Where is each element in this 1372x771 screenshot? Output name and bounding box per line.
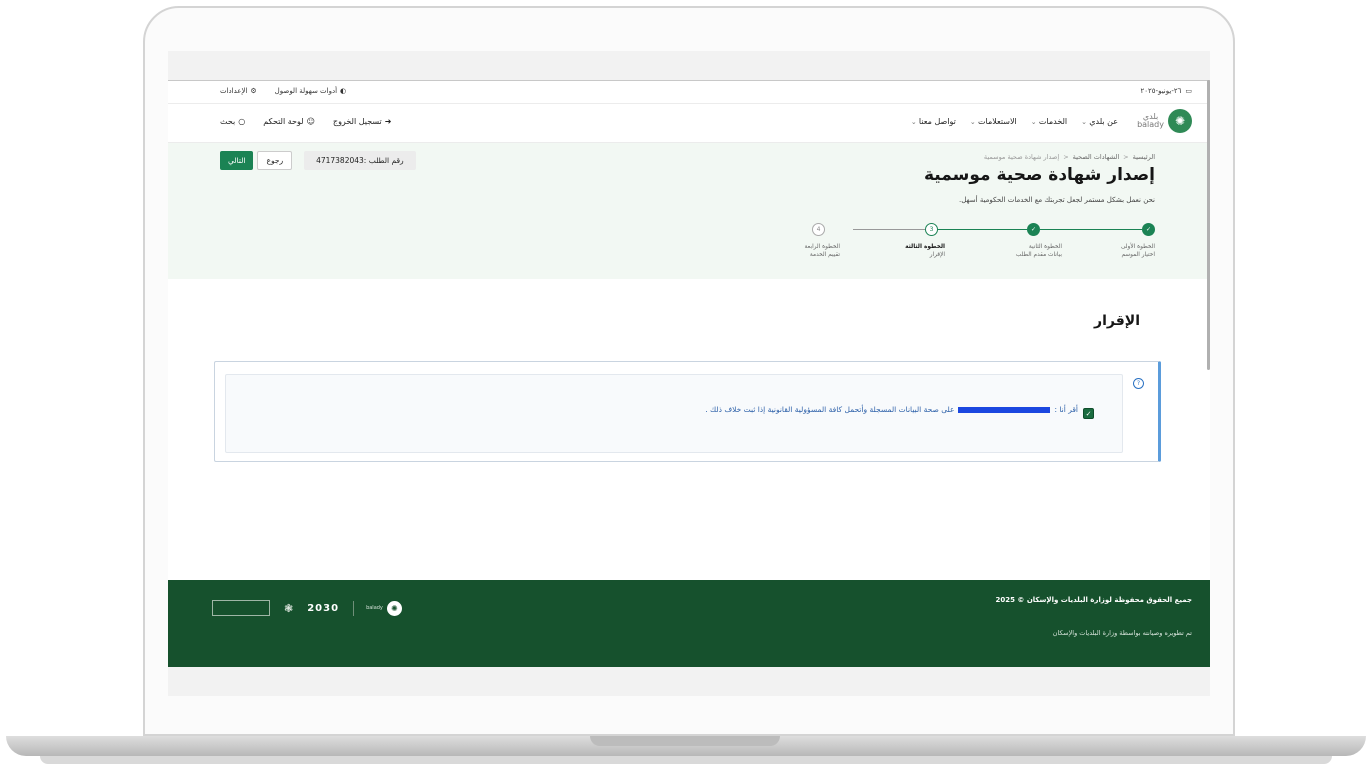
breadcrumb-separator: <	[1063, 153, 1069, 161]
vision-2030-logo: 2030	[307, 602, 340, 614]
page-hero: الرئيسية < الشهادات الصحية < إصدار شهادة…	[168, 143, 1210, 279]
settings-link[interactable]: ⚙ الإعدادات	[220, 87, 257, 95]
date-display: ▭ ٢٦-يونيو-٢٠٢٥	[1141, 87, 1193, 95]
browser-bottom-bar	[168, 667, 1210, 696]
nav-inquiries[interactable]: الاستعلامات	[970, 117, 1017, 126]
palm-logo-icon: ✺	[1168, 109, 1192, 133]
main-nav: عن بلدي الخدمات الاستعلامات تواصل معنا	[911, 117, 1118, 126]
step-1-name: اختيار الموسم	[1121, 252, 1155, 258]
breadcrumb-health-certs[interactable]: الشهادات الصحية	[1073, 153, 1120, 161]
step-3-title: الخطوة الثالثة	[905, 244, 945, 250]
breadcrumb-current: إصدار شهادة صحية موسمية	[983, 153, 1060, 161]
footer: جميع الحقوق محفوظة لوزارة البلديات والإس…	[168, 580, 1210, 667]
step-2-label: الخطوة الثانية بيانات مقدم الطلب	[1016, 243, 1062, 259]
main-header: ✺ بلدي balady عن بلدي الخدمات الاستعلاما…	[168, 104, 1210, 143]
page-subtitle: نحن نعمل بشكل مستمر لجعل تجربتك مع الخدم…	[959, 196, 1155, 204]
calendar-icon: ▭	[1185, 87, 1192, 95]
ministry-logo	[212, 600, 270, 616]
page-title: إصدار شهادة صحية موسمية	[923, 165, 1155, 185]
logout-link[interactable]: ➜ تسجيل الخروج	[333, 117, 392, 126]
search-link[interactable]: ○ بحث	[220, 117, 245, 126]
stepper: ✓ ✓ 3 4 الخطوة الأولى اختيار الموسم الخط…	[805, 223, 1155, 263]
user-icon: ☺	[306, 117, 315, 126]
section-title: الإقرار	[1094, 313, 1140, 329]
logout-icon: ➜	[384, 117, 392, 126]
page-scrollbar[interactable]	[1207, 80, 1210, 370]
footer-balady-logo: balady ✺	[353, 600, 402, 616]
request-number: رقم الطلب :4717382043	[304, 151, 416, 170]
logo-text: بلدي balady	[1137, 113, 1164, 129]
declaration-checkbox[interactable]: ✓	[1083, 408, 1094, 419]
step-3-name: الإقرار	[929, 252, 945, 258]
step-1-label: الخطوة الأولى اختيار الموسم	[1121, 243, 1155, 259]
breadcrumb-separator: <	[1123, 153, 1129, 161]
logout-label: تسجيل الخروج	[332, 117, 382, 126]
step-connector	[1040, 229, 1142, 230]
browser-top-bar	[168, 51, 1210, 81]
emblem-icon: ❃	[284, 601, 294, 615]
declaration-box: ✓ أقر أنا : على صحة البيانات المسجلة وأت…	[225, 374, 1123, 453]
date-text: ٢٦-يونيو-٢٠٢٥	[1140, 87, 1182, 95]
settings-label: الإعدادات	[220, 87, 248, 95]
step-3-marker: 3	[925, 223, 938, 236]
step-4-label: الخطوة الرابعة تقييم الخدمة	[805, 243, 840, 259]
footer-rights: جميع الحقوق محفوظة لوزارة البلديات والإس…	[995, 596, 1192, 604]
back-button[interactable]: رجوع	[257, 151, 293, 170]
breadcrumb-home[interactable]: الرئيسية	[1133, 153, 1155, 161]
declaration-suffix: على صحة البيانات المسجلة وأتحمل كافة الم…	[705, 405, 955, 414]
laptop-foot	[40, 756, 1332, 764]
step-2-name: بيانات مقدم الطلب	[1015, 252, 1062, 258]
step-1-marker: ✓	[1142, 223, 1155, 236]
step-4-title: الخطوة الرابعة	[804, 244, 840, 250]
balady-logo[interactable]: ✺ بلدي balady	[1137, 109, 1192, 133]
laptop-notch	[590, 736, 780, 746]
footer-developed-by: تم تطويره وصيانته بواسطة وزارة البلديات …	[1052, 629, 1192, 637]
footer-logos: ❃ 2030 balady ✺	[212, 600, 402, 616]
gear-icon: ⚙	[250, 87, 257, 95]
step-2-title: الخطوة الثانية	[1028, 244, 1062, 250]
step-4-marker: 4	[812, 223, 825, 236]
declaration-text: أقر أنا : على صحة البيانات المسجلة وأتحم…	[705, 405, 1078, 414]
step-connector	[853, 229, 925, 230]
nav-contact[interactable]: تواصل معنا	[911, 117, 956, 126]
redacted-name	[958, 406, 1051, 413]
accessibility-label: أدوات سهولة الوصول	[274, 87, 338, 95]
step-3-label: الخطوة الثالثة الإقرار	[905, 243, 945, 259]
header-actions: ➜ تسجيل الخروج ☺ لوحة التحكم ○ بحث	[220, 117, 391, 126]
breadcrumb: الرئيسية < الشهادات الصحية < إصدار شهادة…	[984, 153, 1155, 161]
declaration-prefix: أقر أنا :	[1054, 405, 1078, 414]
search-label: بحث	[220, 117, 236, 126]
step-1-title: الخطوة الأولى	[1120, 244, 1155, 250]
request-actions: التالي رجوع رقم الطلب :4717382043	[220, 151, 416, 170]
step-2-marker: ✓	[1027, 223, 1040, 236]
logo-text-en: balady	[1137, 120, 1164, 129]
footer-palm-icon: ✺	[386, 600, 402, 616]
utility-links: ◐ أدوات سهولة الوصول ⚙ الإعدادات	[220, 87, 346, 95]
utility-bar: ▭ ٢٦-يونيو-٢٠٢٥ ◐ أدوات سهولة الوصول ⚙ ا…	[168, 81, 1210, 104]
nav-services[interactable]: الخدمات	[1031, 117, 1067, 126]
next-button[interactable]: التالي	[220, 151, 254, 170]
footer-balady-text: balady	[366, 605, 383, 611]
step-4-name: تقييم الخدمة	[809, 252, 840, 258]
browser-screen: ▭ ٢٦-يونيو-٢٠٢٥ ◐ أدوات سهولة الوصول ⚙ ا…	[168, 51, 1210, 696]
nav-about[interactable]: عن بلدي	[1081, 117, 1118, 126]
step-connector	[938, 229, 1027, 230]
info-icon: ?	[1133, 378, 1144, 389]
accessibility-tools-link[interactable]: ◐ أدوات سهولة الوصول	[275, 87, 346, 95]
dashboard-link[interactable]: ☺ لوحة التحكم	[263, 117, 315, 126]
eye-icon: ◐	[340, 87, 347, 95]
dashboard-label: لوحة التحكم	[263, 117, 304, 126]
declaration-card: ? ✓ أقر أنا : على صحة البيانات المسجلة و…	[214, 361, 1161, 462]
search-icon: ○	[238, 117, 246, 126]
